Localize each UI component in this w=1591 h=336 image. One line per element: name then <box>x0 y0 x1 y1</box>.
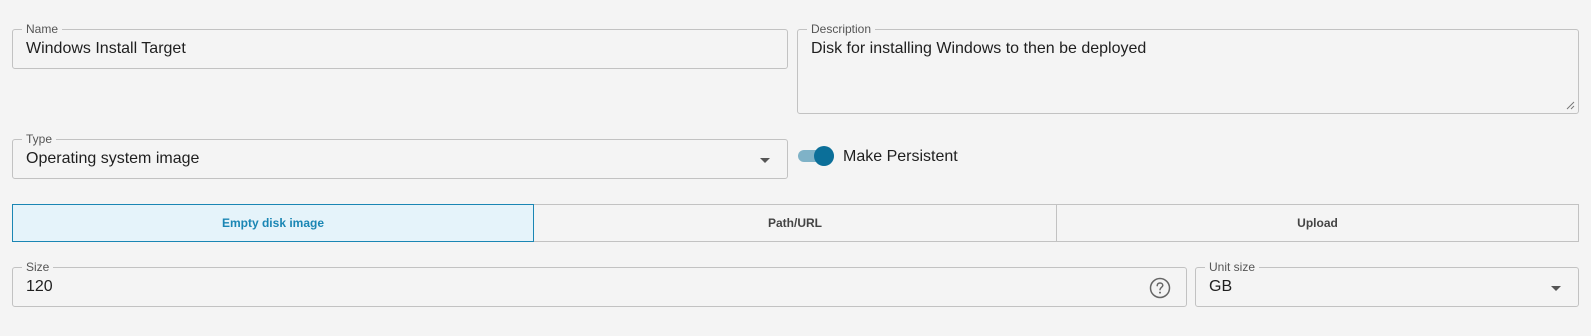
caret-down-icon <box>1551 286 1561 291</box>
size-input[interactable]: Size 120 <box>12 260 1187 307</box>
description-textarea[interactable]: Description Disk for installing Windows … <box>797 22 1579 114</box>
description-label: Description <box>807 22 876 36</box>
caret-down-icon <box>760 158 770 163</box>
name-value: Windows Install Target <box>26 40 186 57</box>
description-value: Disk for installing Windows to then be d… <box>811 40 1147 57</box>
question-circle-icon[interactable] <box>1149 277 1171 299</box>
tab-path-url[interactable]: Path/URL <box>533 204 1057 242</box>
tab-path-url-label: Path/URL <box>768 216 822 230</box>
name-field[interactable]: Name Windows Install Target <box>12 22 788 69</box>
type-label: Type <box>22 132 57 146</box>
toggle-thumb <box>814 146 834 166</box>
tab-upload-label: Upload <box>1297 216 1338 230</box>
size-value: 120 <box>26 278 53 295</box>
unit-size-label: Unit size <box>1205 260 1260 274</box>
name-label: Name <box>22 22 63 36</box>
tab-upload[interactable]: Upload <box>1056 204 1579 242</box>
persistent-toggle[interactable] <box>798 146 834 166</box>
type-select[interactable]: Type Operating system image <box>12 132 788 179</box>
tab-empty-disk-image-label: Empty disk image <box>221 216 325 230</box>
resize-handle-icon[interactable] <box>1566 101 1575 110</box>
unit-size-value: GB <box>1209 278 1233 295</box>
type-value: Operating system image <box>26 150 200 167</box>
tab-empty-disk-image[interactable]: Empty disk image <box>12 204 534 242</box>
size-label: Size <box>22 260 54 274</box>
persistent-label: Make Persistent <box>843 148 958 165</box>
unit-size-select[interactable]: Unit size GB <box>1195 260 1579 307</box>
